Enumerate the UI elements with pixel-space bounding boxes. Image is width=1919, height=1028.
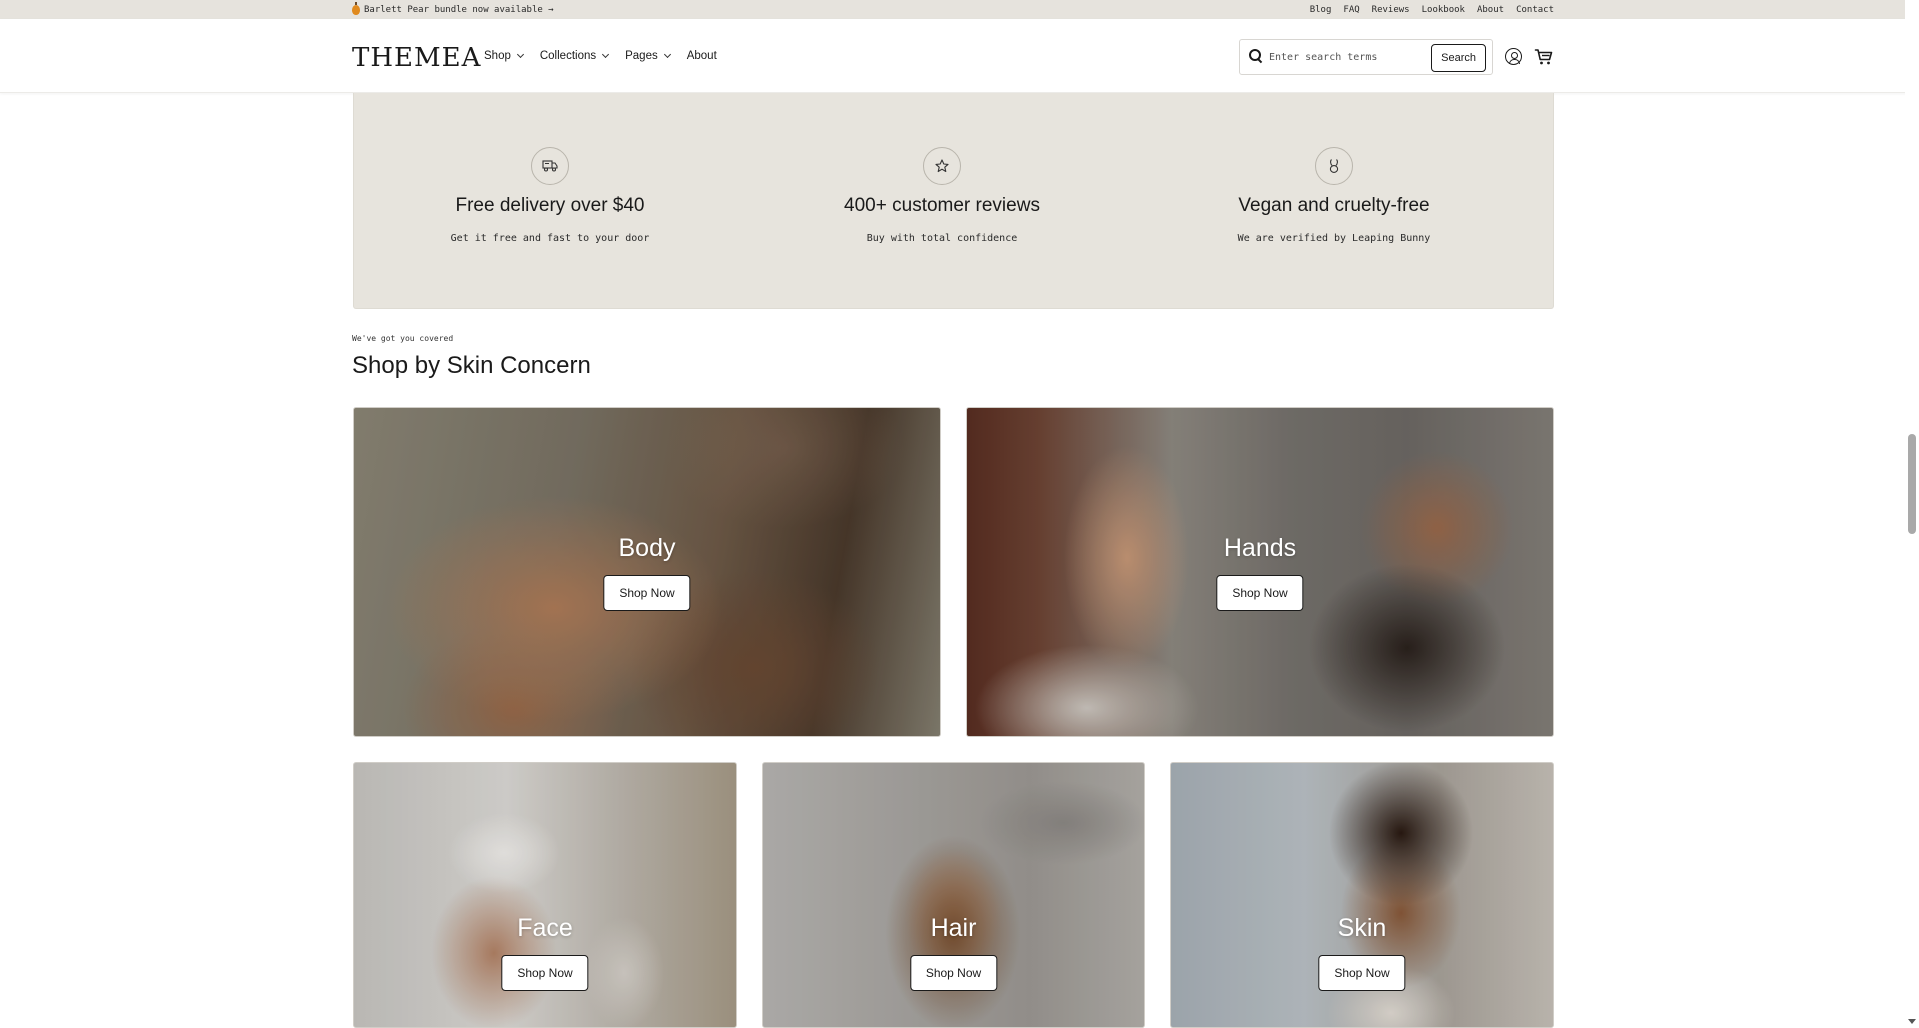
shop-now-button[interactable]: Shop Now: [1216, 575, 1304, 611]
search-form: Search: [1239, 39, 1493, 75]
bunny-icon: [1315, 147, 1353, 185]
category-card-hands[interactable]: Hands Shop Now: [966, 407, 1554, 737]
category-card-body[interactable]: Body Shop Now: [353, 407, 941, 737]
util-link-blog[interactable]: Blog: [1310, 5, 1332, 15]
feature-title: 400+ customer reviews: [844, 195, 1040, 216]
shop-now-button[interactable]: Shop Now: [501, 955, 589, 991]
section-title: Shop by Skin Concern: [352, 352, 591, 379]
util-link-reviews[interactable]: Reviews: [1372, 5, 1410, 15]
card-image: [354, 408, 940, 736]
feature-subtitle: We are verified by Leaping Bunny: [1237, 233, 1431, 244]
nav-item-about[interactable]: About: [687, 50, 717, 62]
feature-title: Free delivery over $40: [455, 195, 645, 216]
main-nav: Shop Collections Pages About: [484, 19, 717, 93]
pear-icon: [352, 1, 360, 15]
chevron-down-icon: [516, 50, 524, 59]
nav-label: Shop: [484, 50, 511, 62]
nav-item-collections[interactable]: Collections: [539, 50, 610, 62]
card-title: Hair: [930, 914, 977, 942]
shop-now-button[interactable]: Shop Now: [909, 955, 998, 991]
scroll-down-arrow-icon[interactable]: [1908, 1019, 1916, 1024]
search-button[interactable]: Search: [1431, 44, 1486, 72]
star-icon: [923, 147, 961, 185]
chevron-down-icon: [602, 50, 610, 59]
util-link-about[interactable]: About: [1477, 5, 1504, 15]
search-icon: [1247, 47, 1267, 67]
category-card-hair[interactable]: Hair Shop Now: [762, 762, 1145, 1028]
page-scrollbar[interactable]: [1905, 0, 1919, 1028]
card-title: Skin: [1337, 914, 1387, 942]
utility-links: Blog FAQ Reviews Lookbook About Contact: [1310, 5, 1554, 15]
util-link-contact[interactable]: Contact: [1516, 5, 1554, 15]
nav-item-shop[interactable]: Shop: [484, 50, 524, 62]
chevron-down-icon: [663, 50, 671, 59]
site-logo[interactable]: THEMEA: [352, 43, 481, 73]
search-input[interactable]: [1269, 51, 1429, 63]
feature-subtitle: Buy with total confidence: [866, 233, 1018, 244]
nav-label: Pages: [625, 50, 658, 62]
site-header: THEMEA Shop Collections Pages About Sear…: [0, 19, 1919, 93]
card-image: [967, 408, 1553, 736]
card-title: Body: [618, 534, 676, 562]
announcement-link[interactable]: Barlett Pear bundle now available →: [352, 1, 554, 15]
category-card-face[interactable]: Face Shop Now: [353, 762, 737, 1028]
account-icon[interactable]: [1505, 48, 1522, 65]
scrollbar-thumb[interactable]: [1908, 434, 1916, 534]
section-eyebrow: We've got you covered: [352, 334, 454, 343]
feature-title: Vegan and cruelty-free: [1238, 195, 1430, 216]
nav-label: Collections: [539, 50, 597, 62]
card-title: Hands: [1223, 534, 1297, 562]
features-band: Free delivery over $40 Get it free and f…: [353, 93, 1554, 309]
card-title: Face: [517, 914, 573, 942]
category-card-skin[interactable]: Skin Shop Now: [1170, 762, 1554, 1028]
feature-subtitle: Get it free and fast to your door: [450, 233, 650, 244]
shop-now-button[interactable]: Shop Now: [603, 575, 691, 611]
shop-now-button[interactable]: Shop Now: [1318, 955, 1406, 991]
nav-item-pages[interactable]: Pages: [625, 50, 671, 62]
announcement-bar: Barlett Pear bundle now available → Blog…: [0, 0, 1919, 19]
nav-label: About: [686, 50, 717, 62]
cart-icon[interactable]: [1534, 47, 1554, 67]
announcement-text[interactable]: Barlett Pear bundle now available →: [364, 5, 554, 15]
util-link-lookbook[interactable]: Lookbook: [1422, 5, 1465, 15]
util-link-faq[interactable]: FAQ: [1343, 5, 1359, 15]
delivery-truck-icon: [531, 147, 569, 185]
